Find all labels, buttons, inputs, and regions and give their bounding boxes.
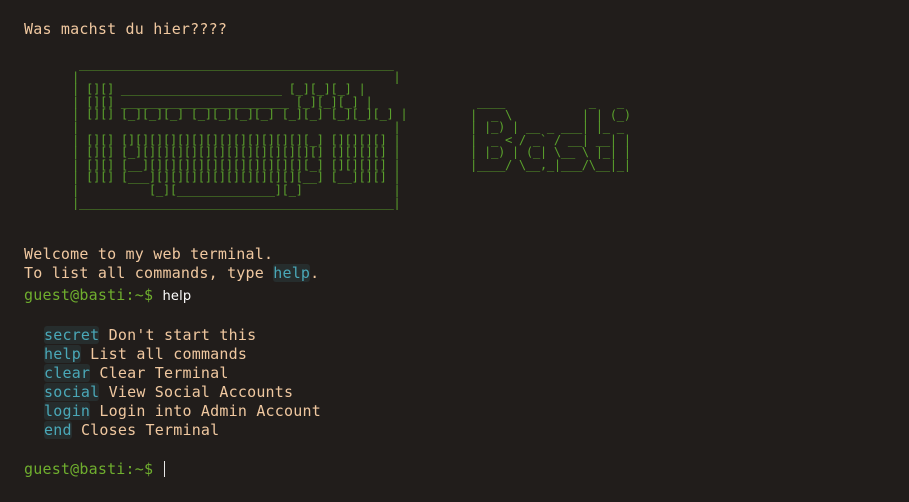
list-item: clear Clear Terminal [44, 364, 229, 383]
command-name-login[interactable]: login [44, 402, 91, 420]
text-cursor[interactable] [164, 461, 166, 477]
list-item: login Login into Admin Account [44, 402, 321, 421]
list-item: secret Don't start this [44, 326, 256, 345]
command-name-clear[interactable]: clear [44, 364, 91, 382]
welcome-line: Welcome to my web terminal. [24, 245, 274, 263]
list-item: help List all commands [44, 345, 247, 364]
list-item: end Closes Terminal [44, 421, 219, 440]
command-desc: View Social Accounts [108, 383, 294, 401]
list-hint-prefix: To list all commands, type [24, 264, 274, 282]
ascii-logo-basti: ____ _ _ | _ \ | | (_) | |_) | __ _ ___|… [470, 95, 631, 172]
list-hint-suffix: . [310, 264, 320, 282]
prompt: guest@basti:~$ [24, 286, 154, 304]
command-name-social[interactable]: social [44, 383, 100, 401]
command-desc: Clear Terminal [99, 364, 229, 382]
prompt-line-history: guest@basti:~$ help [24, 286, 191, 306]
command-desc: Don't start this [108, 326, 257, 344]
header-line: Was machst du hier???? [24, 20, 228, 38]
help-command-link[interactable]: help [273, 264, 311, 282]
list-hint-line: To list all commands, type help. [24, 264, 319, 283]
command-name-secret[interactable]: secret [44, 326, 100, 344]
prompt: guest@basti:~$ [24, 460, 154, 478]
command-desc: Login into Admin Account [99, 402, 321, 420]
active-prompt-line[interactable]: guest@basti:~$ [24, 460, 166, 479]
command-name-help[interactable]: help [44, 345, 81, 363]
command-name-end[interactable]: end [44, 421, 72, 439]
typed-command: help [162, 289, 192, 304]
ascii-keyboard-art: ________________________________________… [72, 57, 408, 210]
command-desc: List all commands [90, 345, 248, 363]
list-item: social View Social Accounts [44, 383, 293, 402]
command-desc: Closes Terminal [80, 421, 220, 439]
